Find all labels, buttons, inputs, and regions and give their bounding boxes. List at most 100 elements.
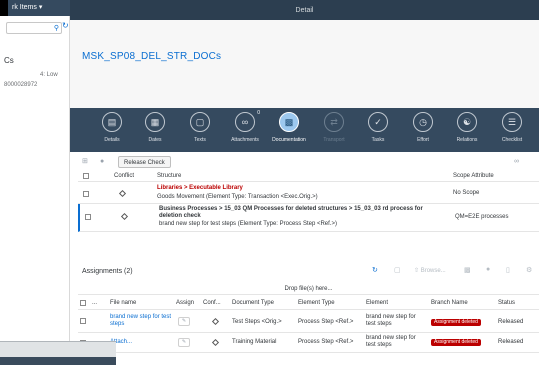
list-item-title[interactable]: Cs	[4, 56, 14, 65]
column-header: Scope Attribute	[453, 173, 494, 179]
assign-button[interactable]: ✎	[178, 338, 190, 347]
structure-path: Business Processes > 15_03 QM Processes …	[159, 206, 423, 219]
page-title: MSK_SP08_DEL_STR_DOCs	[82, 51, 222, 62]
tab-label: Details	[104, 137, 120, 143]
transport-icon: ⇄	[324, 112, 344, 132]
conflict-diamond-icon	[211, 338, 220, 347]
overlay-footer	[0, 357, 116, 365]
tasks-icon: ✓	[368, 112, 388, 132]
refresh-icon[interactable]: ↻	[62, 21, 69, 30]
documentation-icon: ▩	[279, 112, 299, 132]
structure-detail: Goods Movement (Element Type: Transactio…	[157, 194, 318, 200]
detail-title-bar: Detail	[70, 0, 539, 20]
conflict-diamond-icon	[211, 317, 220, 326]
attachments-count: 0	[257, 110, 260, 116]
select-all-checkbox[interactable]	[80, 300, 86, 306]
structure-row[interactable]: Libraries > Executable Library Goods Mov…	[78, 182, 539, 204]
tab-effort[interactable]: ◷ Effort	[400, 112, 446, 143]
scope-attribute: QM=E2E processes	[455, 214, 509, 220]
column-header: Assign	[176, 300, 195, 306]
details-icon: ▤	[102, 112, 122, 132]
structure-header-row: Conflict Structure Scope Attribute	[78, 170, 539, 182]
search-input[interactable]: ⚲	[6, 22, 62, 34]
browse-label: Browse...	[420, 268, 446, 274]
chat-icon: ▢	[190, 112, 210, 132]
column-header: File name	[110, 300, 137, 306]
document-type: Test Steps <Orig.>	[232, 319, 282, 325]
document-type: Training Material	[232, 339, 277, 345]
assign-button[interactable]: ✎	[178, 317, 190, 326]
settings-icon[interactable]: ⚙	[526, 266, 532, 274]
tab-tasks[interactable]: ✓ Tasks	[355, 112, 401, 143]
list-item-id: 8000028972	[4, 82, 38, 88]
release-check-button[interactable]: Release Check	[118, 156, 171, 168]
checklist-icon: ☰	[502, 112, 522, 132]
object-header	[70, 20, 539, 108]
tab-label: Dates	[148, 137, 162, 143]
tab-label: Effort	[417, 137, 429, 143]
master-list-pane	[0, 16, 70, 365]
conflict-diamond-icon	[118, 189, 127, 198]
column-header: ...	[92, 300, 98, 306]
assignment-row[interactable]: brand new step for test steps ✎ Test Ste…	[78, 310, 539, 333]
expand-icon[interactable]: ⊞	[82, 156, 88, 168]
tab-attachments[interactable]: ∞ 0 Attachments	[222, 110, 268, 143]
link-icon[interactable]: ∞	[514, 156, 519, 168]
tab-label: Attachments	[231, 137, 259, 143]
work-items-header[interactable]: rk Items ▾	[8, 0, 78, 16]
person-icon[interactable]: ●	[100, 156, 104, 168]
tab-checklist[interactable]: ☰ Checklist	[489, 112, 535, 143]
tab-documentation[interactable]: ▩ Documentation	[266, 112, 312, 143]
column-header: Conf...	[203, 300, 221, 306]
effort-icon: ◷	[413, 112, 433, 132]
detail-title: Detail	[295, 7, 314, 14]
column-header: Element	[366, 300, 389, 306]
assignment-deleted-badge: Assignment deleted	[431, 319, 481, 326]
status-text: Released	[498, 339, 524, 345]
delete-icon[interactable]: ▯	[506, 266, 510, 274]
file-name-link[interactable]: brand new step for test steps	[110, 314, 172, 328]
tab-label: Checklist	[501, 137, 523, 143]
element-type: Process Step <Ref.>	[298, 339, 354, 345]
calendar-icon: ▦	[145, 112, 165, 132]
tab-details[interactable]: ▤ Details	[89, 112, 135, 143]
refresh-icon[interactable]: ↻	[372, 266, 378, 274]
tab-label: Texts	[194, 137, 206, 143]
copy-icon[interactable]: ▩	[464, 266, 471, 274]
user-icon[interactable]: ●	[486, 266, 490, 273]
assignments-header-row: ... File name Assign Conf... Document Ty…	[78, 296, 539, 310]
assignment-row[interactable]: Attach... ✎ Training Material Process St…	[78, 333, 539, 353]
tab-label: Documentation	[272, 137, 306, 143]
file-drop-zone[interactable]: Drop file(s) here...	[78, 283, 539, 295]
relations-icon: ☯	[457, 112, 477, 132]
search-icon[interactable]: ⚲	[54, 23, 59, 34]
column-header: Status	[498, 300, 516, 306]
column-header: Conflict	[114, 173, 135, 179]
row-checkbox[interactable]	[85, 214, 91, 220]
tab-relations[interactable]: ☯ Relations	[444, 112, 490, 143]
browse-button[interactable]: ⇧ Browse...	[414, 267, 446, 274]
tab-dates[interactable]: ▦ Dates	[132, 112, 178, 143]
column-header: Element Type	[298, 300, 335, 306]
row-checkbox[interactable]	[80, 318, 86, 324]
column-header: Document Type	[232, 300, 274, 306]
column-header: Structure	[157, 173, 182, 179]
list-item-priority: 4: Low	[40, 72, 58, 78]
row-checkbox[interactable]	[83, 191, 89, 197]
select-all-checkbox[interactable]	[83, 173, 89, 179]
structure-detail: brand new step for test steps (Element T…	[159, 221, 337, 227]
structure-path-link[interactable]: Libraries > Executable Library	[157, 185, 243, 191]
assignment-deleted-badge: Assignment deleted	[431, 339, 481, 346]
tab-label: Transport	[323, 137, 345, 143]
scope-attribute: No Scope	[453, 190, 480, 196]
tab-texts[interactable]: ▢ Texts	[177, 112, 223, 143]
element-name: brand new step for test steps	[366, 335, 416, 348]
column-header: Branch Name	[431, 300, 468, 306]
element-name: brand new step for test steps	[366, 314, 416, 327]
tab-transport[interactable]: ⇄ Transport	[311, 112, 357, 143]
status-text: Released	[498, 319, 524, 325]
structure-row-selected[interactable]: Business Processes > 15_03 QM Processes …	[78, 204, 539, 232]
assignments-title: Assignments (2)	[82, 268, 133, 275]
tab-label: Tasks	[371, 137, 385, 143]
document-icon[interactable]: ▢	[394, 266, 401, 274]
